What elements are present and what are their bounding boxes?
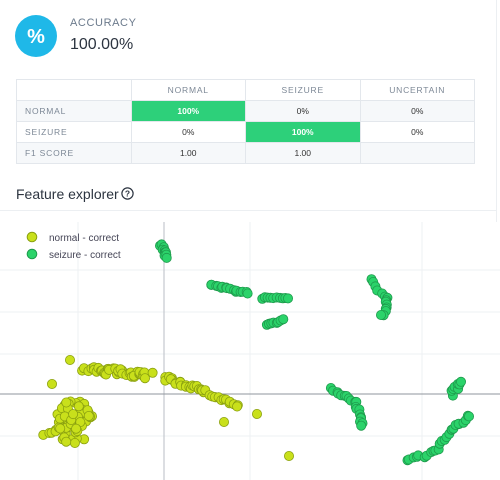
panel-edge [496,0,497,222]
plot-legend: normal - correct seizure - correct [26,231,121,261]
row-header-f1: F1 SCORE [16,142,132,164]
plot-point [282,293,293,304]
cell-normal-uncertain: 0% [359,100,475,122]
plot-point [161,252,172,263]
plot-point [61,436,72,447]
plot-point [65,354,76,365]
cell-normal-seizure: 0% [245,100,361,122]
section-divider [0,210,496,211]
plot-point [356,420,367,431]
plot-point [463,411,474,422]
plot-points [38,239,474,466]
cell-seizure-seizure: 100% [245,121,361,143]
plot-point [68,409,79,420]
matrix-row-seizure: SEIZURE 0% 100% 0% [16,121,475,143]
svg-text:%: % [27,26,45,48]
plot-point [83,410,94,421]
feature-explorer-plot[interactable]: normal - correct seizure - correct [0,222,500,480]
row-header-seizure: SEIZURE [16,121,132,143]
plot-point [375,310,386,321]
plot-point [251,408,262,419]
plot-point [71,423,82,434]
plot-point [73,401,84,412]
accuracy-badge: % [15,15,57,57]
help-circle-icon[interactable]: ? [121,187,134,200]
plot-point [147,367,158,378]
col-header-normal: NORMAL [130,79,246,101]
cell-seizure-uncertain: 0% [359,121,475,143]
plot-point [278,314,289,325]
col-header-seizure: SEIZURE [245,79,361,101]
cell-seizure-normal: 0% [130,121,246,143]
plot-point [55,423,66,434]
svg-text:?: ? [125,189,130,199]
plot-point [232,401,243,412]
cell-normal-normal: 100% [130,100,246,122]
matrix-row-normal: NORMAL 100% 0% 0% [16,100,475,122]
cell-f1-normal: 1.00 [130,142,246,164]
accuracy-label: ACCURACY [70,17,137,29]
plot-point [69,437,80,448]
legend-dot-normal [26,231,38,243]
plot-point [283,450,294,461]
percent-icon: % [27,26,45,48]
confusion-matrix: NORMAL SEIZURE UNCERTAIN NORMAL 100% 0% … [16,79,475,164]
cell-f1-uncertain [359,142,475,164]
feature-explorer-title: Feature explorer [16,186,119,202]
plot-point [47,378,58,389]
legend-dot-seizure [26,248,38,260]
legend-label-normal: normal - correct [49,233,119,244]
matrix-row-f1: F1 SCORE 1.00 1.00 [16,142,475,164]
accuracy-value: 100.00% [70,36,134,53]
col-header-uncertain: UNCERTAIN [359,79,475,101]
legend-label-seizure: seizure - correct [49,250,121,261]
row-header-normal: NORMAL [16,100,132,122]
cell-f1-seizure: 1.00 [245,142,361,164]
corner-cell [16,79,132,101]
plot-point [218,416,229,427]
plot-point [455,376,466,387]
plot-point [242,288,253,299]
plot-point [61,397,72,408]
